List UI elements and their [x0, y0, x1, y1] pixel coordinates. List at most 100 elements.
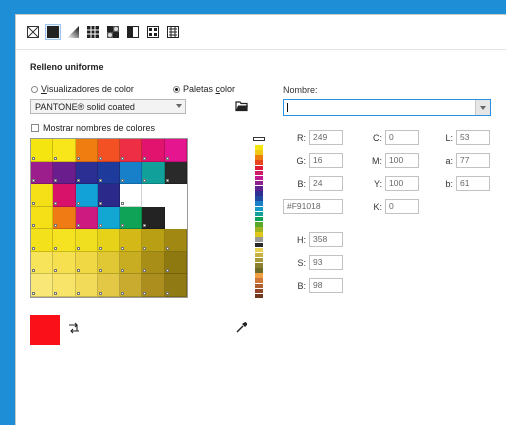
strip-color[interactable] [255, 180, 263, 186]
g-field[interactable]: 16 [309, 153, 343, 168]
palette-swatch[interactable] [120, 251, 143, 275]
open-palette-icon[interactable] [235, 100, 249, 114]
strip-color[interactable] [255, 278, 263, 283]
palette-swatch[interactable] [75, 161, 98, 185]
name-field[interactable] [283, 99, 491, 116]
palette-swatch[interactable] [120, 184, 143, 207]
strip-color[interactable] [255, 165, 263, 171]
c-field[interactable]: 0 [385, 130, 419, 145]
palette-swatch[interactable] [75, 184, 98, 207]
b-field[interactable]: 24 [309, 176, 343, 191]
r-field[interactable]: 249 [309, 130, 343, 145]
palette-swatch[interactable] [164, 251, 187, 275]
strip-color[interactable] [255, 155, 263, 160]
palette-swatch[interactable] [75, 251, 98, 275]
strip-color[interactable] [255, 222, 263, 227]
palette-swatch[interactable] [164, 274, 187, 297]
uniform-fill-icon[interactable] [45, 24, 61, 40]
palette-swatch[interactable] [31, 229, 54, 252]
palette-swatch[interactable] [120, 161, 143, 185]
strip-color[interactable] [255, 150, 263, 155]
palette-swatch[interactable] [53, 274, 76, 297]
palette-swatch[interactable] [53, 139, 76, 162]
strip-color[interactable] [255, 232, 263, 237]
palette-swatch[interactable] [31, 274, 54, 297]
strip-color[interactable] [255, 201, 263, 206]
palette-swatch[interactable] [75, 274, 98, 297]
strip-color[interactable] [255, 160, 263, 165]
l-field[interactable]: 53 [456, 130, 490, 145]
palette-swatch[interactable] [164, 139, 187, 162]
y-field[interactable]: 100 [385, 176, 419, 191]
palette-swatch[interactable] [97, 274, 121, 297]
palette-swatch[interactable] [97, 206, 121, 230]
palette-swatch-grid[interactable] [30, 138, 188, 298]
strip-color[interactable] [255, 186, 263, 191]
chevron-down-icon[interactable] [475, 100, 490, 115]
palette-swatch[interactable] [97, 251, 121, 275]
a-field[interactable]: 77 [456, 153, 490, 168]
palette-color-strip[interactable] [253, 137, 265, 299]
palette-swatch[interactable] [120, 206, 143, 230]
strip-color[interactable] [255, 211, 263, 217]
fountain-fill-icon[interactable] [66, 25, 80, 39]
hex-field[interactable]: #F91018 [283, 199, 343, 214]
palette-swatch[interactable] [53, 161, 76, 185]
palette-swatch[interactable] [97, 161, 121, 185]
palette-swatch[interactable] [97, 229, 121, 252]
palette-swatch[interactable] [164, 161, 187, 185]
palette-swatch[interactable] [53, 184, 76, 207]
postscript-fill-icon[interactable] [166, 25, 180, 39]
strip-color[interactable] [255, 206, 263, 212]
strip-color[interactable] [255, 145, 263, 150]
strip-color[interactable] [255, 191, 263, 196]
m-field[interactable]: 100 [385, 153, 419, 168]
strip-color[interactable] [255, 170, 263, 176]
palette-swatch[interactable] [75, 206, 98, 230]
s-field[interactable]: 93 [309, 255, 343, 270]
strip-color[interactable] [255, 257, 263, 263]
palette-swatch[interactable] [120, 229, 143, 252]
strip-color[interactable] [255, 288, 263, 294]
palette-swatch[interactable] [53, 206, 76, 230]
strip-slider-handle[interactable] [253, 137, 265, 141]
palette-swatch[interactable] [142, 161, 165, 185]
palette-swatch[interactable] [31, 251, 54, 275]
h-field[interactable]: 358 [309, 232, 343, 247]
palette-swatch[interactable] [31, 161, 54, 185]
vector-pattern-icon[interactable] [86, 25, 100, 39]
strip-color[interactable] [255, 242, 263, 248]
strip-color[interactable] [255, 293, 263, 299]
strip-color[interactable] [255, 196, 263, 201]
strip-color[interactable] [255, 237, 263, 242]
palette-select[interactable]: PANTONE® solid coated [30, 99, 186, 114]
bitmap-pattern-icon[interactable] [106, 25, 120, 39]
strip-color[interactable] [255, 247, 263, 253]
palette-swatch[interactable] [142, 229, 165, 252]
strip-color[interactable] [255, 273, 263, 278]
palette-swatch[interactable] [120, 139, 143, 162]
palette-swatch[interactable] [75, 139, 98, 162]
palette-swatch[interactable] [53, 229, 76, 252]
palette-swatch[interactable] [31, 206, 54, 230]
palette-swatch[interactable] [142, 206, 165, 230]
show-color-names-checkbox[interactable]: Mostrar nombres de colores [31, 123, 155, 133]
palette-swatch[interactable] [142, 274, 165, 297]
strip-color[interactable] [255, 252, 263, 258]
strip-color[interactable] [255, 175, 263, 181]
palette-swatch[interactable] [97, 139, 121, 162]
color-palettes-radio[interactable]: Paletas color [173, 84, 235, 94]
palette-swatch[interactable] [31, 184, 54, 207]
strip-color[interactable] [255, 268, 263, 273]
strip-color[interactable] [255, 227, 263, 232]
palette-swatch[interactable] [142, 139, 165, 162]
texture-fill-icon[interactable] [146, 25, 160, 39]
palette-swatch[interactable] [53, 251, 76, 275]
no-fill-icon[interactable] [26, 25, 40, 39]
palette-swatch[interactable] [120, 274, 143, 297]
strip-color[interactable] [255, 216, 263, 222]
b-lab-field[interactable]: 61 [456, 176, 490, 191]
two-color-pattern-icon[interactable] [126, 25, 140, 39]
palette-swatch[interactable] [31, 139, 54, 162]
strip-color[interactable] [255, 283, 263, 289]
